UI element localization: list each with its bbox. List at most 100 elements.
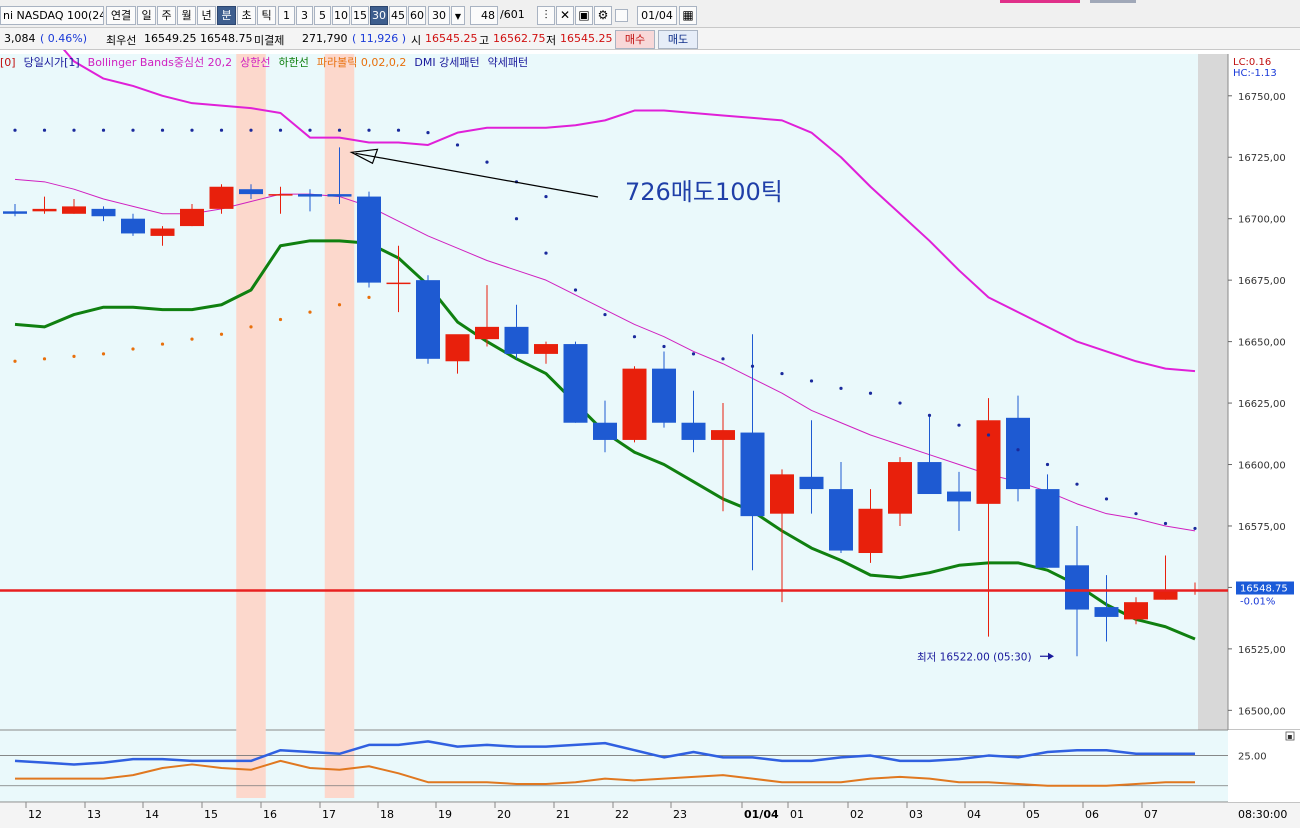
gear-icon[interactable]: ⚙: [594, 6, 612, 25]
y-tick-label: 16600,00: [1238, 461, 1286, 472]
candle-body: [327, 194, 352, 197]
candle-body: [799, 476, 824, 490]
minute-1-button[interactable]: 1: [278, 6, 295, 25]
candle-body: [445, 334, 470, 362]
current-price-change: -0.01%: [1240, 596, 1275, 607]
sar-dot: [1163, 521, 1168, 526]
candle-body: [32, 208, 57, 212]
high-label: 고: [479, 34, 490, 47]
legend-parabolic[interactable]: 파라볼릭 0,02,0,2: [317, 56, 406, 69]
save-icon[interactable]: ▣: [575, 6, 593, 25]
symbol-field[interactable]: ni NASDAQ 100(24.0: [0, 6, 104, 25]
sar-dot: [1134, 512, 1138, 516]
legend-lower[interactable]: 하한선: [279, 56, 309, 69]
sar-dot: [101, 352, 106, 356]
sar-dot: [603, 312, 607, 317]
sar-dot: [42, 128, 47, 132]
legend-dmi[interactable]: DMI 강세패턴: [414, 56, 479, 69]
candle-body: [180, 208, 204, 227]
x-tick-label: 15: [204, 808, 218, 821]
x-tick-label: 23: [673, 808, 687, 821]
sar-dot: [986, 433, 991, 437]
x-tick-label: 19: [438, 808, 452, 821]
period-minute-button[interactable]: 분: [217, 6, 236, 25]
price-chart[interactable]: 16750,00 16725,00 16700,00 16675,00 16650,00…: [0, 50, 1300, 828]
x-tick-label: 01/04: [744, 808, 779, 821]
legend-upper[interactable]: 상한선: [240, 56, 270, 69]
minute-60-button[interactable]: 60: [408, 6, 426, 25]
sar-dot: [190, 128, 194, 132]
best-quote-label: 최우선: [106, 34, 137, 47]
sar-dot: [160, 342, 165, 346]
sar-dot: [809, 379, 814, 383]
candle-body: [740, 432, 765, 517]
period-year-button[interactable]: 년: [197, 6, 216, 25]
sar-dot: [42, 357, 47, 361]
minute-5-button[interactable]: 5: [314, 6, 331, 25]
candle-body: [1094, 607, 1119, 617]
sar-dot: [13, 359, 17, 363]
legend-bollinger[interactable]: Bollinger Bands중심선 20,2: [88, 56, 233, 69]
interval-dropdown[interactable]: ▼: [451, 6, 465, 25]
sar-dot: [72, 128, 76, 132]
calendar-icon[interactable]: ▦: [679, 6, 697, 25]
chart-area[interactable]: 16750,00 16725,00 16700,00 16675,00 16650,00…: [0, 50, 1300, 828]
y-tick-label: 16675,00: [1238, 276, 1286, 287]
best-ask: 16548.75: [200, 32, 253, 45]
date-checkbox[interactable]: [615, 9, 628, 22]
minute-15-button[interactable]: 15: [351, 6, 369, 25]
period-month-button[interactable]: 월: [177, 6, 196, 25]
sar-dot: [249, 325, 253, 329]
legend-item-0: [0]: [0, 56, 16, 69]
arrow-annotation: 726매도100틱: [625, 178, 783, 206]
sar-dot: [219, 128, 224, 132]
x-tick-label: 02: [850, 808, 864, 821]
x-tick-label: 12: [28, 808, 42, 821]
x-tick-label: 14: [145, 808, 159, 821]
candle-body: [976, 420, 1001, 504]
period-day-button[interactable]: 일: [137, 6, 156, 25]
sar-dot: [396, 128, 401, 132]
sell-button[interactable]: 매도: [658, 30, 698, 49]
candle-body: [593, 422, 617, 440]
candle-type-icon[interactable]: ⫶: [537, 6, 555, 25]
candle-body: [1035, 489, 1060, 568]
future-area: [1198, 54, 1228, 730]
sar-dot: [219, 332, 224, 336]
minute-3-button[interactable]: 3: [296, 6, 313, 25]
candle-body: [681, 422, 706, 440]
legend-weak[interactable]: 약세패턴: [488, 56, 528, 69]
page-count-input[interactable]: 48: [470, 6, 498, 25]
sar-dot: [1045, 462, 1050, 467]
y-tick-label: 16625,00: [1238, 399, 1286, 410]
sar-dot: [308, 310, 312, 314]
legend-day-open[interactable]: 당일시가[1]: [24, 56, 80, 69]
period-tick-button[interactable]: 틱: [257, 6, 276, 25]
highlight-band: [236, 54, 266, 798]
sar-dot: [1104, 497, 1109, 501]
interval-input[interactable]: 30: [428, 6, 450, 25]
candle-body: [1006, 417, 1030, 490]
candle-body: [268, 194, 293, 196]
period-second-button[interactable]: 초: [237, 6, 256, 25]
sar-dot: [190, 337, 194, 341]
panel-maximize-glyph: ▪: [1287, 732, 1292, 741]
sar-dot: [160, 128, 165, 132]
candle-body: [298, 194, 322, 197]
minute-30-button[interactable]: 30: [370, 6, 388, 25]
x-tick-label: 03: [909, 808, 923, 821]
quote-bar: 3,084 ( 0.46%) 최우선 16549.25 16548.75 미결제…: [0, 28, 1300, 50]
sar-dot: [573, 288, 578, 292]
crosshair-icon[interactable]: ✕: [556, 6, 574, 25]
date-input[interactable]: 01/04: [637, 6, 677, 25]
link-button[interactable]: 연결: [106, 6, 136, 25]
minute-10-button[interactable]: 10: [332, 6, 350, 25]
buy-button[interactable]: 매수: [615, 30, 655, 49]
period-week-button[interactable]: 주: [157, 6, 176, 25]
y-tick-label: 16575,00: [1238, 522, 1286, 533]
x-tick-label: 01: [790, 808, 804, 821]
minute-45-button[interactable]: 45: [389, 6, 407, 25]
sar-dot: [278, 317, 283, 322]
candle-body: [622, 368, 647, 440]
sar-dot: [101, 128, 106, 132]
